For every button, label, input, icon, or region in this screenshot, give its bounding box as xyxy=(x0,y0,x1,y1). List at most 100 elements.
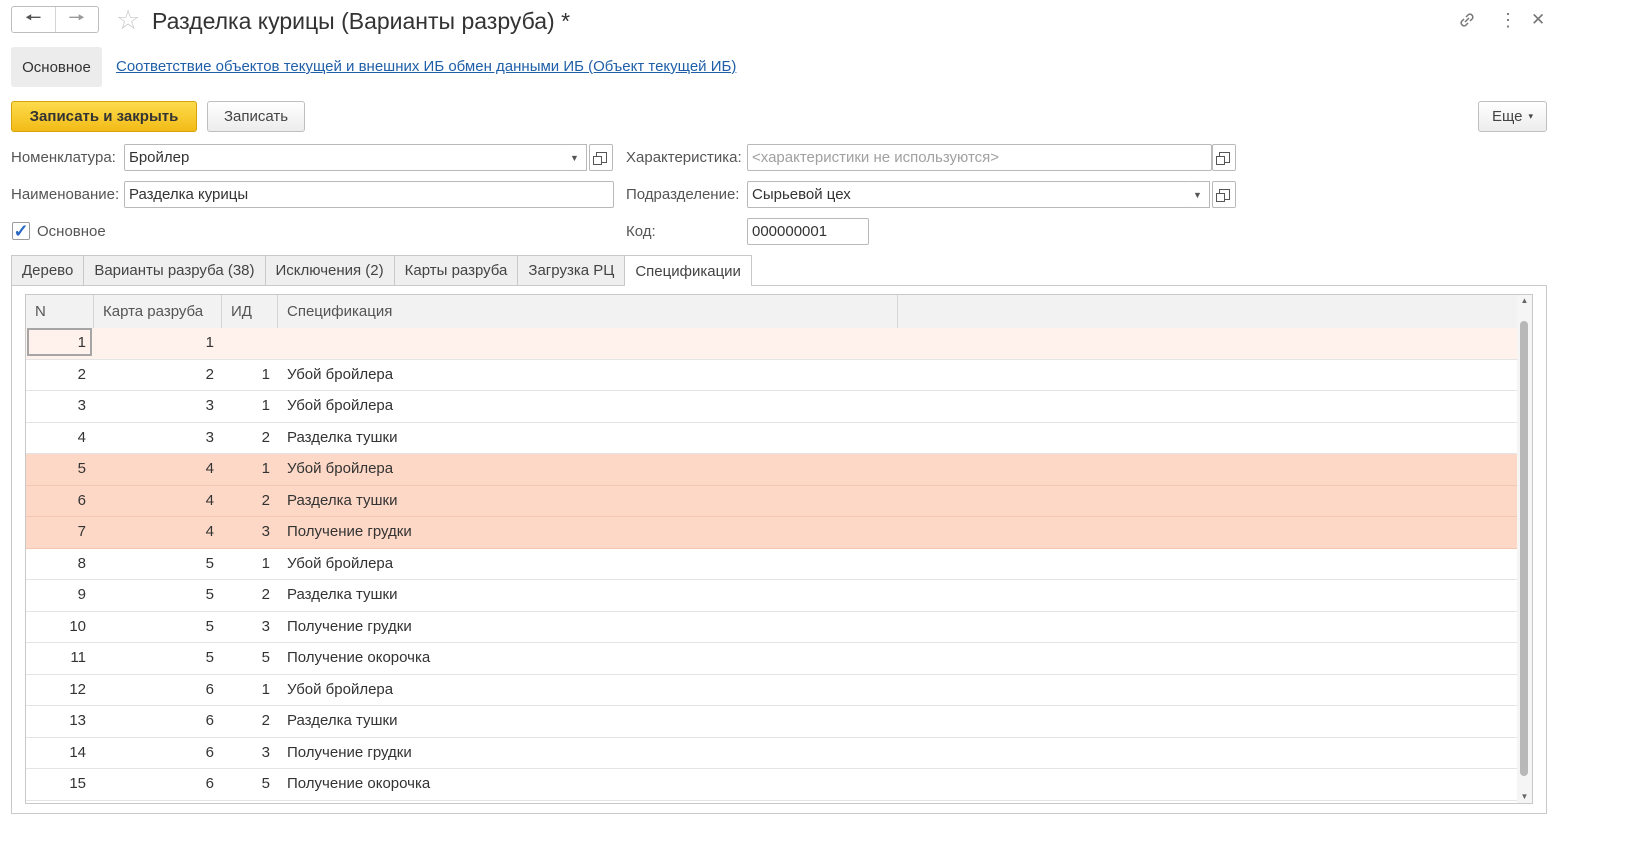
cell-card[interactable]: 4 xyxy=(94,486,222,516)
cell-spec[interactable]: Получение грудки xyxy=(278,738,898,768)
vertical-scrollbar[interactable]: ▲ ▼ xyxy=(1517,295,1532,803)
table-row[interactable]: 11 xyxy=(26,328,1518,360)
cell-spec[interactable]: Разделка тушки xyxy=(278,706,898,736)
cell-id[interactable]: 3 xyxy=(222,612,278,642)
table-row[interactable]: 7 4 3 Получение грудки xyxy=(26,517,1518,549)
cell-id[interactable]: 2 xyxy=(222,423,278,453)
star-icon[interactable]: ☆ xyxy=(116,5,140,35)
cell-card[interactable]: 4 xyxy=(94,517,222,547)
table-row[interactable]: 3 3 1 Убой бройлера xyxy=(26,391,1518,423)
tab-specifications[interactable]: Спецификации xyxy=(624,255,752,286)
table-row[interactable]: 11 5 5 Получение окорочка xyxy=(26,643,1518,675)
open-icon[interactable] xyxy=(1212,144,1236,171)
link-icon[interactable] xyxy=(1457,10,1477,34)
cell-n[interactable]: 9 xyxy=(26,580,94,610)
column-header-spec[interactable]: Спецификация xyxy=(278,295,898,328)
tab-exceptions[interactable]: Исключения (2) xyxy=(264,255,395,285)
characteristic-field[interactable]: <характеристики не используются> xyxy=(747,144,1212,171)
chevron-down-icon[interactable]: ▼ xyxy=(1186,181,1210,208)
cell-id[interactable]: 5 xyxy=(222,643,278,673)
cell-n[interactable]: 2 xyxy=(26,360,94,390)
tab-load-rc[interactable]: Загрузка РЦ xyxy=(517,255,626,285)
table-row[interactable]: 15 6 5 Получение окорочка xyxy=(26,769,1518,801)
open-icon[interactable] xyxy=(1212,181,1236,208)
table-row[interactable]: 6 4 2 Разделка тушки xyxy=(26,485,1518,517)
cell-n[interactable]: 12 xyxy=(26,675,94,705)
cell-spec[interactable]: Получение грудки xyxy=(278,612,898,642)
main-checkbox[interactable]: ✓ xyxy=(12,222,30,240)
cell-card[interactable]: 6 xyxy=(94,675,222,705)
cell-id[interactable]: 2 xyxy=(222,486,278,516)
table-row[interactable]: 4 3 2 Разделка тушки xyxy=(26,423,1518,454)
tab-cut-cards[interactable]: Карты разруба xyxy=(393,255,519,285)
arrow-left-icon[interactable]: 🠔 xyxy=(12,7,55,32)
section-main[interactable]: Основное xyxy=(11,47,102,87)
cell-card[interactable]: 4 xyxy=(94,454,222,484)
name-field[interactable]: Разделка курицы xyxy=(124,181,614,208)
table-row[interactable]: 5 4 1 Убой бройлера xyxy=(26,454,1518,486)
vertical-dots-icon[interactable]: ⋮ xyxy=(1499,10,1517,30)
close-icon[interactable]: ✕ xyxy=(1531,10,1545,30)
cell-spec[interactable]: Убой бройлера xyxy=(278,675,898,705)
cell-spec[interactable]: Убой бройлера xyxy=(278,549,898,579)
cell-card[interactable]: 6 xyxy=(94,769,222,799)
table-row[interactable]: 12 6 1 Убой бройлера xyxy=(26,675,1518,706)
save-button[interactable]: Записать xyxy=(207,101,305,132)
cell-n[interactable]: 14 xyxy=(26,738,94,768)
code-field[interactable]: 000000001 xyxy=(747,218,869,245)
cell-n[interactable]: 3 xyxy=(26,391,94,421)
section-exchange-link[interactable]: Соответствие объектов текущей и внешних … xyxy=(116,58,736,75)
arrow-right-icon[interactable]: 🠖 xyxy=(54,7,99,32)
cell-card[interactable]: 6 xyxy=(94,738,222,768)
table-row[interactable]: 10 5 3 Получение грудки xyxy=(26,612,1518,643)
cell-card[interactable]: 5 xyxy=(94,549,222,579)
department-field[interactable]: Сырьевой цех xyxy=(747,181,1187,208)
cell-n[interactable]: 4 xyxy=(26,423,94,453)
cell-card[interactable]: 5 xyxy=(94,580,222,610)
cell-id[interactable]: 3 xyxy=(222,517,278,547)
cell-card[interactable]: 3 xyxy=(94,423,222,453)
cell-n[interactable]: 5 xyxy=(26,454,94,484)
cell-n[interactable]: 11 xyxy=(26,643,94,673)
cell-card[interactable]: 1 xyxy=(94,328,222,358)
column-header-n[interactable]: N xyxy=(26,295,94,328)
cell-id[interactable]: 1 xyxy=(222,360,278,390)
cell-id[interactable]: 1 xyxy=(222,391,278,421)
cell-card[interactable]: 5 xyxy=(94,612,222,642)
cell-id[interactable]: 5 xyxy=(222,769,278,799)
cell-spec[interactable] xyxy=(278,328,898,358)
open-icon[interactable] xyxy=(589,144,613,171)
cell-id[interactable]: 2 xyxy=(222,580,278,610)
cell-spec[interactable]: Разделка тушки xyxy=(278,580,898,610)
cell-spec[interactable]: Убой бройлера xyxy=(278,360,898,390)
cell-n[interactable]: 1 xyxy=(26,328,94,358)
table-row[interactable]: 2 2 1 Убой бройлера xyxy=(26,360,1518,391)
tab-tree[interactable]: Дерево xyxy=(11,255,85,285)
column-header-id[interactable]: ИД xyxy=(222,295,278,328)
tab-cut-variants[interactable]: Варианты разруба (38) xyxy=(83,255,266,285)
table-row[interactable]: 8 5 1 Убой бройлера xyxy=(26,549,1518,580)
cell-id[interactable]: 1 xyxy=(222,454,278,484)
cell-n[interactable]: 7 xyxy=(26,517,94,547)
scroll-up-icon[interactable]: ▲ xyxy=(1517,296,1532,305)
cell-id[interactable]: 2 xyxy=(222,706,278,736)
table-row[interactable]: 13 6 2 Разделка тушки xyxy=(26,706,1518,738)
cell-id[interactable]: 1 xyxy=(222,549,278,579)
cell-id[interactable]: 1 xyxy=(222,675,278,705)
cell-spec[interactable]: Разделка тушки xyxy=(278,486,898,516)
table-row[interactable]: 9 5 2 Разделка тушки xyxy=(26,580,1518,612)
cell-n[interactable]: 13 xyxy=(26,706,94,736)
more-button[interactable]: Еще ▾ xyxy=(1478,101,1547,132)
cell-id[interactable] xyxy=(222,328,278,358)
cell-id[interactable]: 3 xyxy=(222,738,278,768)
cell-card[interactable]: 2 xyxy=(94,360,222,390)
cell-spec[interactable]: Получение грудки xyxy=(278,517,898,547)
cell-n[interactable]: 10 xyxy=(26,612,94,642)
scroll-down-icon[interactable]: ▼ xyxy=(1517,792,1532,801)
cell-card[interactable]: 3 xyxy=(94,391,222,421)
cell-spec[interactable]: Убой бройлера xyxy=(278,391,898,421)
cell-spec[interactable]: Получение окорочка xyxy=(278,769,898,799)
save-and-close-button[interactable]: Записать и закрыть xyxy=(11,101,197,132)
cell-spec[interactable]: Разделка тушки xyxy=(278,423,898,453)
cell-card[interactable]: 5 xyxy=(94,643,222,673)
